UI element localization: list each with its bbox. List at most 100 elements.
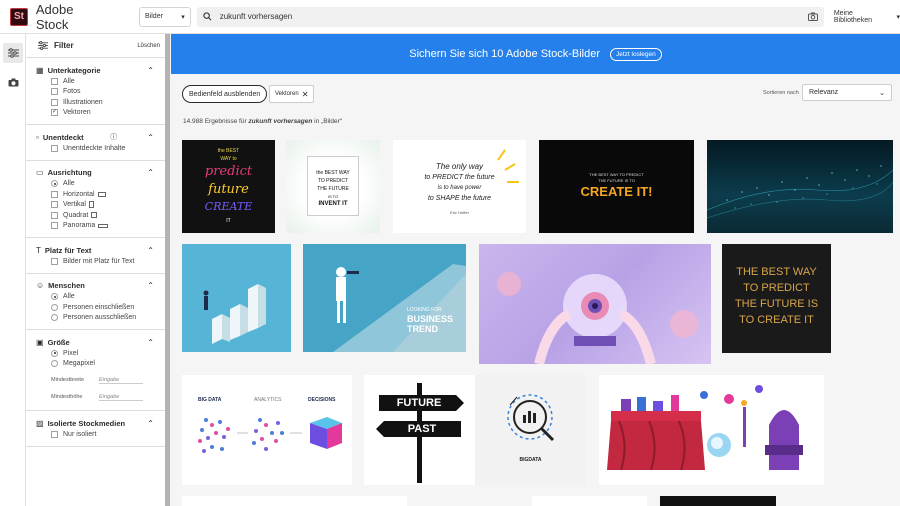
checkbox[interactable] xyxy=(51,98,58,106)
radio-selected[interactable] xyxy=(51,293,58,301)
checkbox-vertikal[interactable]: Vertikal xyxy=(26,200,166,211)
image-thumbnail[interactable]: BIG DATA ANALYTICS DECISIONS xyxy=(182,375,352,485)
image-thumbnail[interactable] xyxy=(182,496,407,506)
clear-filters-link[interactable]: Löschen xyxy=(137,43,160,49)
option-label: Personen ausschließen xyxy=(63,314,137,322)
image-thumbnail[interactable]: the BEST WAY to predict future CREATE IT xyxy=(182,140,275,233)
option-label: Horizontal xyxy=(63,190,95,198)
min-height-input[interactable]: Eingabe xyxy=(99,394,143,401)
checkbox[interactable] xyxy=(51,144,58,152)
image-thumbnail[interactable] xyxy=(660,496,776,506)
section-title: Isolierte Stockmedien xyxy=(47,418,126,428)
filter-title: Filter xyxy=(54,41,74,50)
checkbox-panorama[interactable]: Panorama xyxy=(26,221,166,232)
radio-alle[interactable]: Alle xyxy=(26,179,166,190)
filter-header: Filter Löschen xyxy=(26,34,166,58)
filter-chip-vektoren[interactable]: Vektoren ✕ xyxy=(269,85,315,103)
search-bar[interactable] xyxy=(196,6,824,27)
radio-pixel[interactable]: Pixel xyxy=(26,348,166,359)
filter-panel-scrollbar[interactable] xyxy=(165,34,170,506)
libraries-menu[interactable]: Meine Bibliotheken ▾ xyxy=(834,10,900,24)
image-thumbnail[interactable]: the BEST WAY TO PREDICT THE FUTURE IS TO… xyxy=(286,140,380,233)
section-header[interactable]: T Platz für Text ⌃ xyxy=(26,244,166,256)
checkbox-alle[interactable]: Alle xyxy=(26,76,166,87)
radio[interactable] xyxy=(51,314,58,322)
checkbox-fotos[interactable]: Fotos xyxy=(26,87,166,98)
option-label: Megapixel xyxy=(63,360,95,368)
panorama-shape-icon xyxy=(98,223,109,228)
search-scope-dropdown[interactable]: Bilder ▾ xyxy=(139,6,191,27)
chevron-down-icon: ▾ xyxy=(896,13,900,21)
image-thumbnail[interactable]: FUTURE PAST xyxy=(364,375,475,485)
radio-selected[interactable] xyxy=(51,349,58,357)
checkbox[interactable] xyxy=(51,190,58,198)
info-icon[interactable]: ⓘ xyxy=(110,132,117,142)
sort-dropdown[interactable]: Relevanz ⌄ xyxy=(802,84,892,101)
image-thumbnail[interactable]: THE BEST WAY TO PREDICT THE FUTURE IS TO… xyxy=(539,140,694,233)
radio-megapixel[interactable]: Megapixel xyxy=(26,359,166,370)
hide-panel-button[interactable]: Bedienfeld ausblenden xyxy=(182,85,268,103)
image-thumbnail[interactable]: The only way to PREDICT the future is to… xyxy=(393,140,526,233)
min-width-input[interactable]: Eingabe xyxy=(99,377,143,384)
section-groesse: ▣ Größe ⌃ Pixel Megapixel Mindestbreite E… xyxy=(26,330,166,411)
checkbox[interactable] xyxy=(51,257,58,265)
checkbox[interactable] xyxy=(51,430,58,438)
sort-value: Relevanz xyxy=(809,89,839,96)
chevron-up-icon: ⌃ xyxy=(147,281,154,290)
section-header[interactable]: ☺ Menschen ⌃ xyxy=(26,280,166,292)
filter-panel: Filter Löschen ▦ Unterkategorie ⌃ Alle F… xyxy=(26,34,166,506)
image-thumbnail[interactable] xyxy=(599,375,824,485)
section-header[interactable]: ▨ Isolierte Stockmedien ⌃ xyxy=(26,417,166,429)
checkbox-illustrationen[interactable]: Illustrationen xyxy=(26,97,166,108)
section-header[interactable]: ▦ Unterkategorie ⌃ xyxy=(26,64,166,76)
image-thumbnail[interactable]: LOOKING FOR BUSINESS TREND xyxy=(303,244,466,352)
radio-selected[interactable] xyxy=(51,180,58,188)
section-header[interactable]: ▫ Unentdeckt ⓘ ⌃ xyxy=(26,131,166,143)
search-input[interactable] xyxy=(219,12,800,21)
sliders-icon xyxy=(38,41,48,50)
radio[interactable] xyxy=(51,360,58,368)
min-width-label: Mindestbreite xyxy=(51,377,85,383)
adobe-stock-logo[interactable]: St xyxy=(10,7,28,26)
checkbox[interactable] xyxy=(51,88,58,96)
image-thumbnail[interactable] xyxy=(532,496,647,506)
filter-toggle-button[interactable] xyxy=(3,43,23,63)
get-started-button[interactable]: Jetzt loslegen xyxy=(610,47,662,61)
section-header[interactable]: ▣ Größe ⌃ xyxy=(26,336,166,348)
image-text: THE BEST WAY xyxy=(736,266,817,278)
radio-personen-einschliessen[interactable]: Personen einschließen xyxy=(26,302,166,313)
checkbox-horizontal[interactable]: Horizontal xyxy=(26,189,166,200)
close-icon[interactable]: ✕ xyxy=(302,90,309,99)
checkbox[interactable] xyxy=(51,201,58,209)
section-platz-fuer-text: T Platz für Text ⌃ Bilder mit Platz für … xyxy=(26,238,166,274)
image-thumbnail[interactable]: BIGDATA xyxy=(475,375,586,485)
checkbox[interactable] xyxy=(51,77,58,85)
checkbox[interactable] xyxy=(51,211,58,219)
image-thumbnail[interactable] xyxy=(182,244,291,352)
radio-personen-ausschliessen[interactable]: Personen ausschließen xyxy=(26,313,166,324)
radio[interactable] xyxy=(51,303,58,311)
checkbox-unentdeckte-inhalte[interactable]: Unentdeckte Inhalte xyxy=(26,143,166,154)
checkbox[interactable] xyxy=(51,222,58,230)
section-header[interactable]: ▭ Ausrichtung ⌃ xyxy=(26,167,166,179)
image-thumbnail[interactable] xyxy=(479,244,711,364)
checkbox-platz-fuer-text[interactable]: Bilder mit Platz für Text xyxy=(26,256,166,267)
visual-search-camera-icon[interactable] xyxy=(807,12,818,23)
checkbox-checked[interactable]: ✓ xyxy=(51,109,58,117)
image-thumbnail[interactable] xyxy=(707,140,893,233)
camera-search-button[interactable] xyxy=(3,72,23,92)
image-thumbnail[interactable]: THE BEST WAY TO PREDICT THE FUTURE IS TO… xyxy=(722,244,831,353)
results-number: 14.988 xyxy=(183,118,203,125)
grid-icon: ▦ xyxy=(36,65,44,75)
radio-alle[interactable]: Alle xyxy=(26,292,166,303)
image-text: LOOKING FOR xyxy=(407,307,442,313)
results-text: Ergebnisse für xyxy=(202,118,249,125)
checkbox-nur-isoliert[interactable]: Nur isoliert xyxy=(26,429,166,440)
app-title[interactable]: Adobe Stock xyxy=(36,2,109,32)
image-text: TO PREDICT xyxy=(317,178,349,184)
chevron-up-icon: ⌃ xyxy=(147,168,154,177)
image-text: INVENT IT xyxy=(318,201,348,207)
image-text: THE FUTURE IS TO xyxy=(598,178,635,183)
checkbox-vektoren[interactable]: ✓ Vektoren xyxy=(26,108,166,119)
checkbox-quadrat[interactable]: Quadrat xyxy=(26,210,166,221)
